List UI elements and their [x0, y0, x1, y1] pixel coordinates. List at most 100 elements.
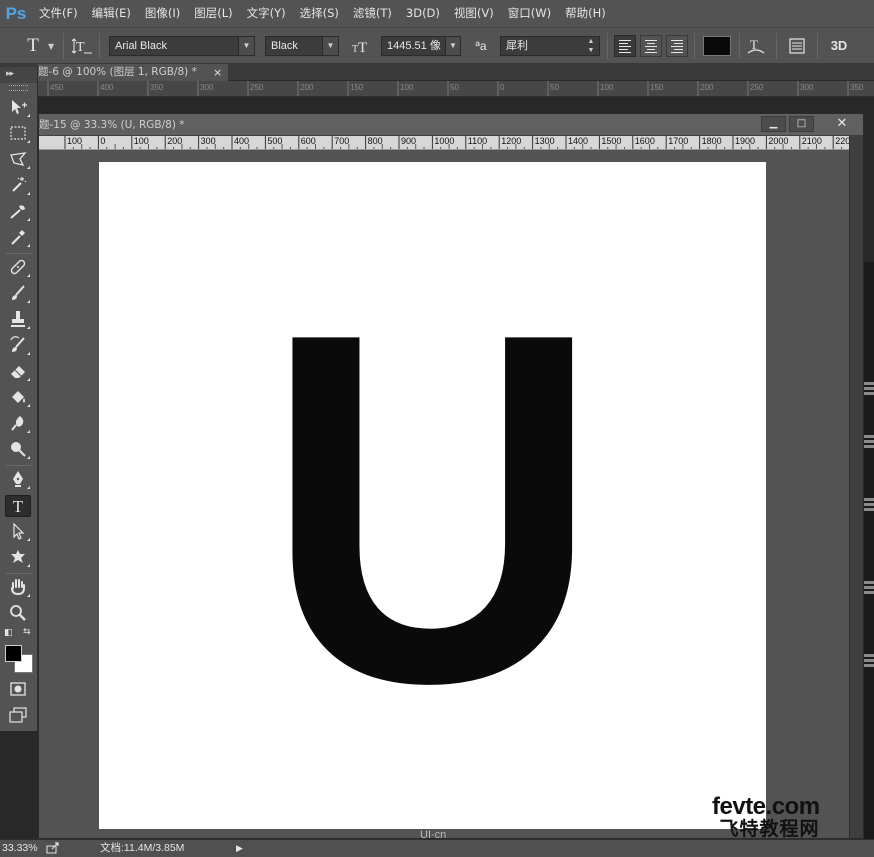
- ruler-label: 1000: [434, 136, 455, 146]
- divider: [739, 33, 740, 59]
- font-size-value: 1445.51 像: [387, 40, 441, 52]
- default-colors-icon[interactable]: ◧: [4, 628, 13, 638]
- font-style-select[interactable]: Black ▼: [265, 36, 339, 56]
- document-canvas[interactable]: U: [99, 162, 766, 829]
- magic-wand-tool-icon[interactable]: [5, 175, 31, 197]
- minimize-button[interactable]: ▁: [761, 116, 786, 132]
- swap-colors-icon[interactable]: ⇆: [23, 627, 31, 637]
- align-right-button[interactable]: [666, 35, 688, 57]
- share-icon[interactable]: [46, 842, 60, 857]
- menu-item-4[interactable]: 文字(Y): [240, 0, 293, 27]
- divider: [607, 33, 608, 59]
- eyedropper-tool-icon[interactable]: [5, 227, 31, 249]
- menu-item-6[interactable]: 滤镜(T): [346, 0, 399, 27]
- marquee-tool-icon[interactable]: [5, 123, 31, 145]
- menu-item-0[interactable]: 文件(F): [32, 0, 85, 27]
- menu-item-7[interactable]: 3D(D): [399, 0, 447, 27]
- menu-bar: Ps 文件(F) 编辑(E) 图像(I) 图层(L) 文字(Y) 选择(S) 滤镜(T) 3D…: [0, 0, 874, 27]
- ruler-label: 350: [150, 83, 164, 92]
- quick-selection-tool-icon[interactable]: [5, 201, 31, 223]
- threed-button[interactable]: 3D: [826, 35, 852, 57]
- history-brush-tool-icon[interactable]: [5, 335, 31, 357]
- close-icon[interactable]: ×: [213, 64, 222, 81]
- quick-mask-icon[interactable]: [5, 679, 31, 701]
- text-color-swatch[interactable]: [703, 36, 731, 56]
- screen-mode-icon[interactable]: [5, 705, 31, 727]
- maximize-button[interactable]: □: [789, 116, 814, 132]
- divider: [776, 33, 777, 59]
- back-document-ruler: 450 400 350 300 250 200 150 100 50 0 50 100 150 200 25…: [38, 81, 874, 97]
- ruler-label: 0: [500, 83, 505, 92]
- menu-item-1[interactable]: 编辑(E): [85, 0, 138, 27]
- divider: [817, 33, 818, 59]
- preset-caret-icon[interactable]: ▼: [48, 42, 54, 51]
- ruler-label: 1600: [634, 136, 655, 146]
- document-window: 题-15 @ 33.3% (U, RGB/8) * ▁ □ ✕ 100 0 100 2…: [38, 113, 864, 839]
- ruler-label: 0: [100, 136, 106, 146]
- healing-brush-tool-icon[interactable]: [5, 257, 31, 279]
- status-menu-arrow-icon[interactable]: ▶: [236, 840, 243, 857]
- document-title: 题-15 @ 33.3% (U, RGB/8) *: [39, 119, 185, 131]
- zoom-level[interactable]: 33.33%: [2, 840, 38, 857]
- antialias-select[interactable]: 犀利 ▲ ▼: [500, 36, 600, 56]
- close-window-button[interactable]: ✕: [825, 116, 859, 132]
- horizontal-ruler: 100 0 100 200 300 400 500 600 700 800 900 1000 1100 1…: [39, 136, 851, 150]
- horizontal-type-tool-icon[interactable]: T: [5, 495, 31, 517]
- divider: [63, 33, 64, 59]
- ruler-ticks: 450 400 350 300 250 200 150 100 50 0 50 100 150 200 25…: [47, 81, 864, 96]
- ruler-label: 400: [234, 136, 250, 146]
- blur-tool-icon[interactable]: [5, 413, 31, 435]
- font-size-icon: TT: [351, 35, 373, 57]
- move-tool-icon[interactable]: [5, 97, 31, 119]
- custom-shape-tool-icon[interactable]: [5, 547, 31, 569]
- foreground-color-swatch[interactable]: [5, 645, 22, 662]
- zoom-tool-icon[interactable]: [5, 603, 31, 625]
- panel-grip[interactable]: [9, 85, 28, 91]
- ruler-label: 300: [200, 136, 216, 146]
- font-family-value: Arial Black: [115, 40, 167, 52]
- toggle-text-orientation-icon[interactable]: T: [71, 35, 94, 57]
- updown-arrows-icon[interactable]: ▲ ▼: [583, 37, 599, 55]
- ruler-label: 300: [800, 83, 814, 92]
- ruler-label: 600: [300, 136, 316, 146]
- type-tool-preset-icon[interactable]: T: [22, 34, 44, 58]
- hand-tool-icon[interactable]: [5, 577, 31, 599]
- chevron-down-icon[interactable]: ▼: [238, 37, 254, 55]
- menu-item-5[interactable]: 选择(S): [293, 0, 346, 27]
- ruler-label: 350: [850, 83, 864, 92]
- dodge-tool-icon[interactable]: [5, 439, 31, 461]
- eraser-tool-icon[interactable]: [5, 361, 31, 383]
- brush-tool-icon[interactable]: [5, 283, 31, 305]
- divider: [6, 253, 32, 254]
- warp-text-icon[interactable]: T: [745, 35, 767, 57]
- ruler-label: 300: [200, 83, 214, 92]
- panel-collapse-icon[interactable]: ▸▸: [0, 67, 37, 83]
- u-glyph-layer[interactable]: U: [99, 162, 766, 829]
- path-selection-tool-icon[interactable]: [5, 521, 31, 543]
- align-center-button[interactable]: [640, 35, 662, 57]
- vertical-scrollbar[interactable]: [849, 136, 863, 838]
- ruler-label: 2100: [801, 136, 822, 146]
- align-left-button[interactable]: [614, 35, 636, 57]
- menu-item-10[interactable]: 帮助(H): [558, 0, 613, 27]
- chevron-down-icon[interactable]: ▼: [445, 37, 460, 55]
- font-family-select[interactable]: Arial Black ▼: [109, 36, 255, 56]
- menu-item-2[interactable]: 图像(I): [138, 0, 187, 27]
- watermark-brand-line2: 飞特教程网: [719, 819, 820, 840]
- chevron-down-icon[interactable]: ▼: [322, 37, 338, 55]
- pasteboard[interactable]: U: [39, 150, 851, 838]
- ruler-label: 1500: [601, 136, 622, 146]
- tab-back-document[interactable]: 题-6 @ 100% (图层 1, RGB/8) *: [38, 64, 228, 81]
- clone-stamp-tool-icon[interactable]: [5, 309, 31, 331]
- u-glyph[interactable]: U: [265, 229, 601, 786]
- lasso-tool-icon[interactable]: [5, 149, 31, 171]
- menu-item-8[interactable]: 视图(V): [447, 0, 501, 27]
- ruler-label: 150: [650, 83, 664, 92]
- divider: [6, 465, 32, 466]
- font-size-field[interactable]: 1445.51 像 ▼: [381, 36, 461, 56]
- menu-item-3[interactable]: 图层(L): [187, 0, 239, 27]
- paint-bucket-tool-icon[interactable]: [5, 387, 31, 409]
- character-panel-icon[interactable]: [786, 35, 808, 57]
- pen-tool-icon[interactable]: [5, 469, 31, 491]
- menu-item-9[interactable]: 窗口(W): [501, 0, 558, 27]
